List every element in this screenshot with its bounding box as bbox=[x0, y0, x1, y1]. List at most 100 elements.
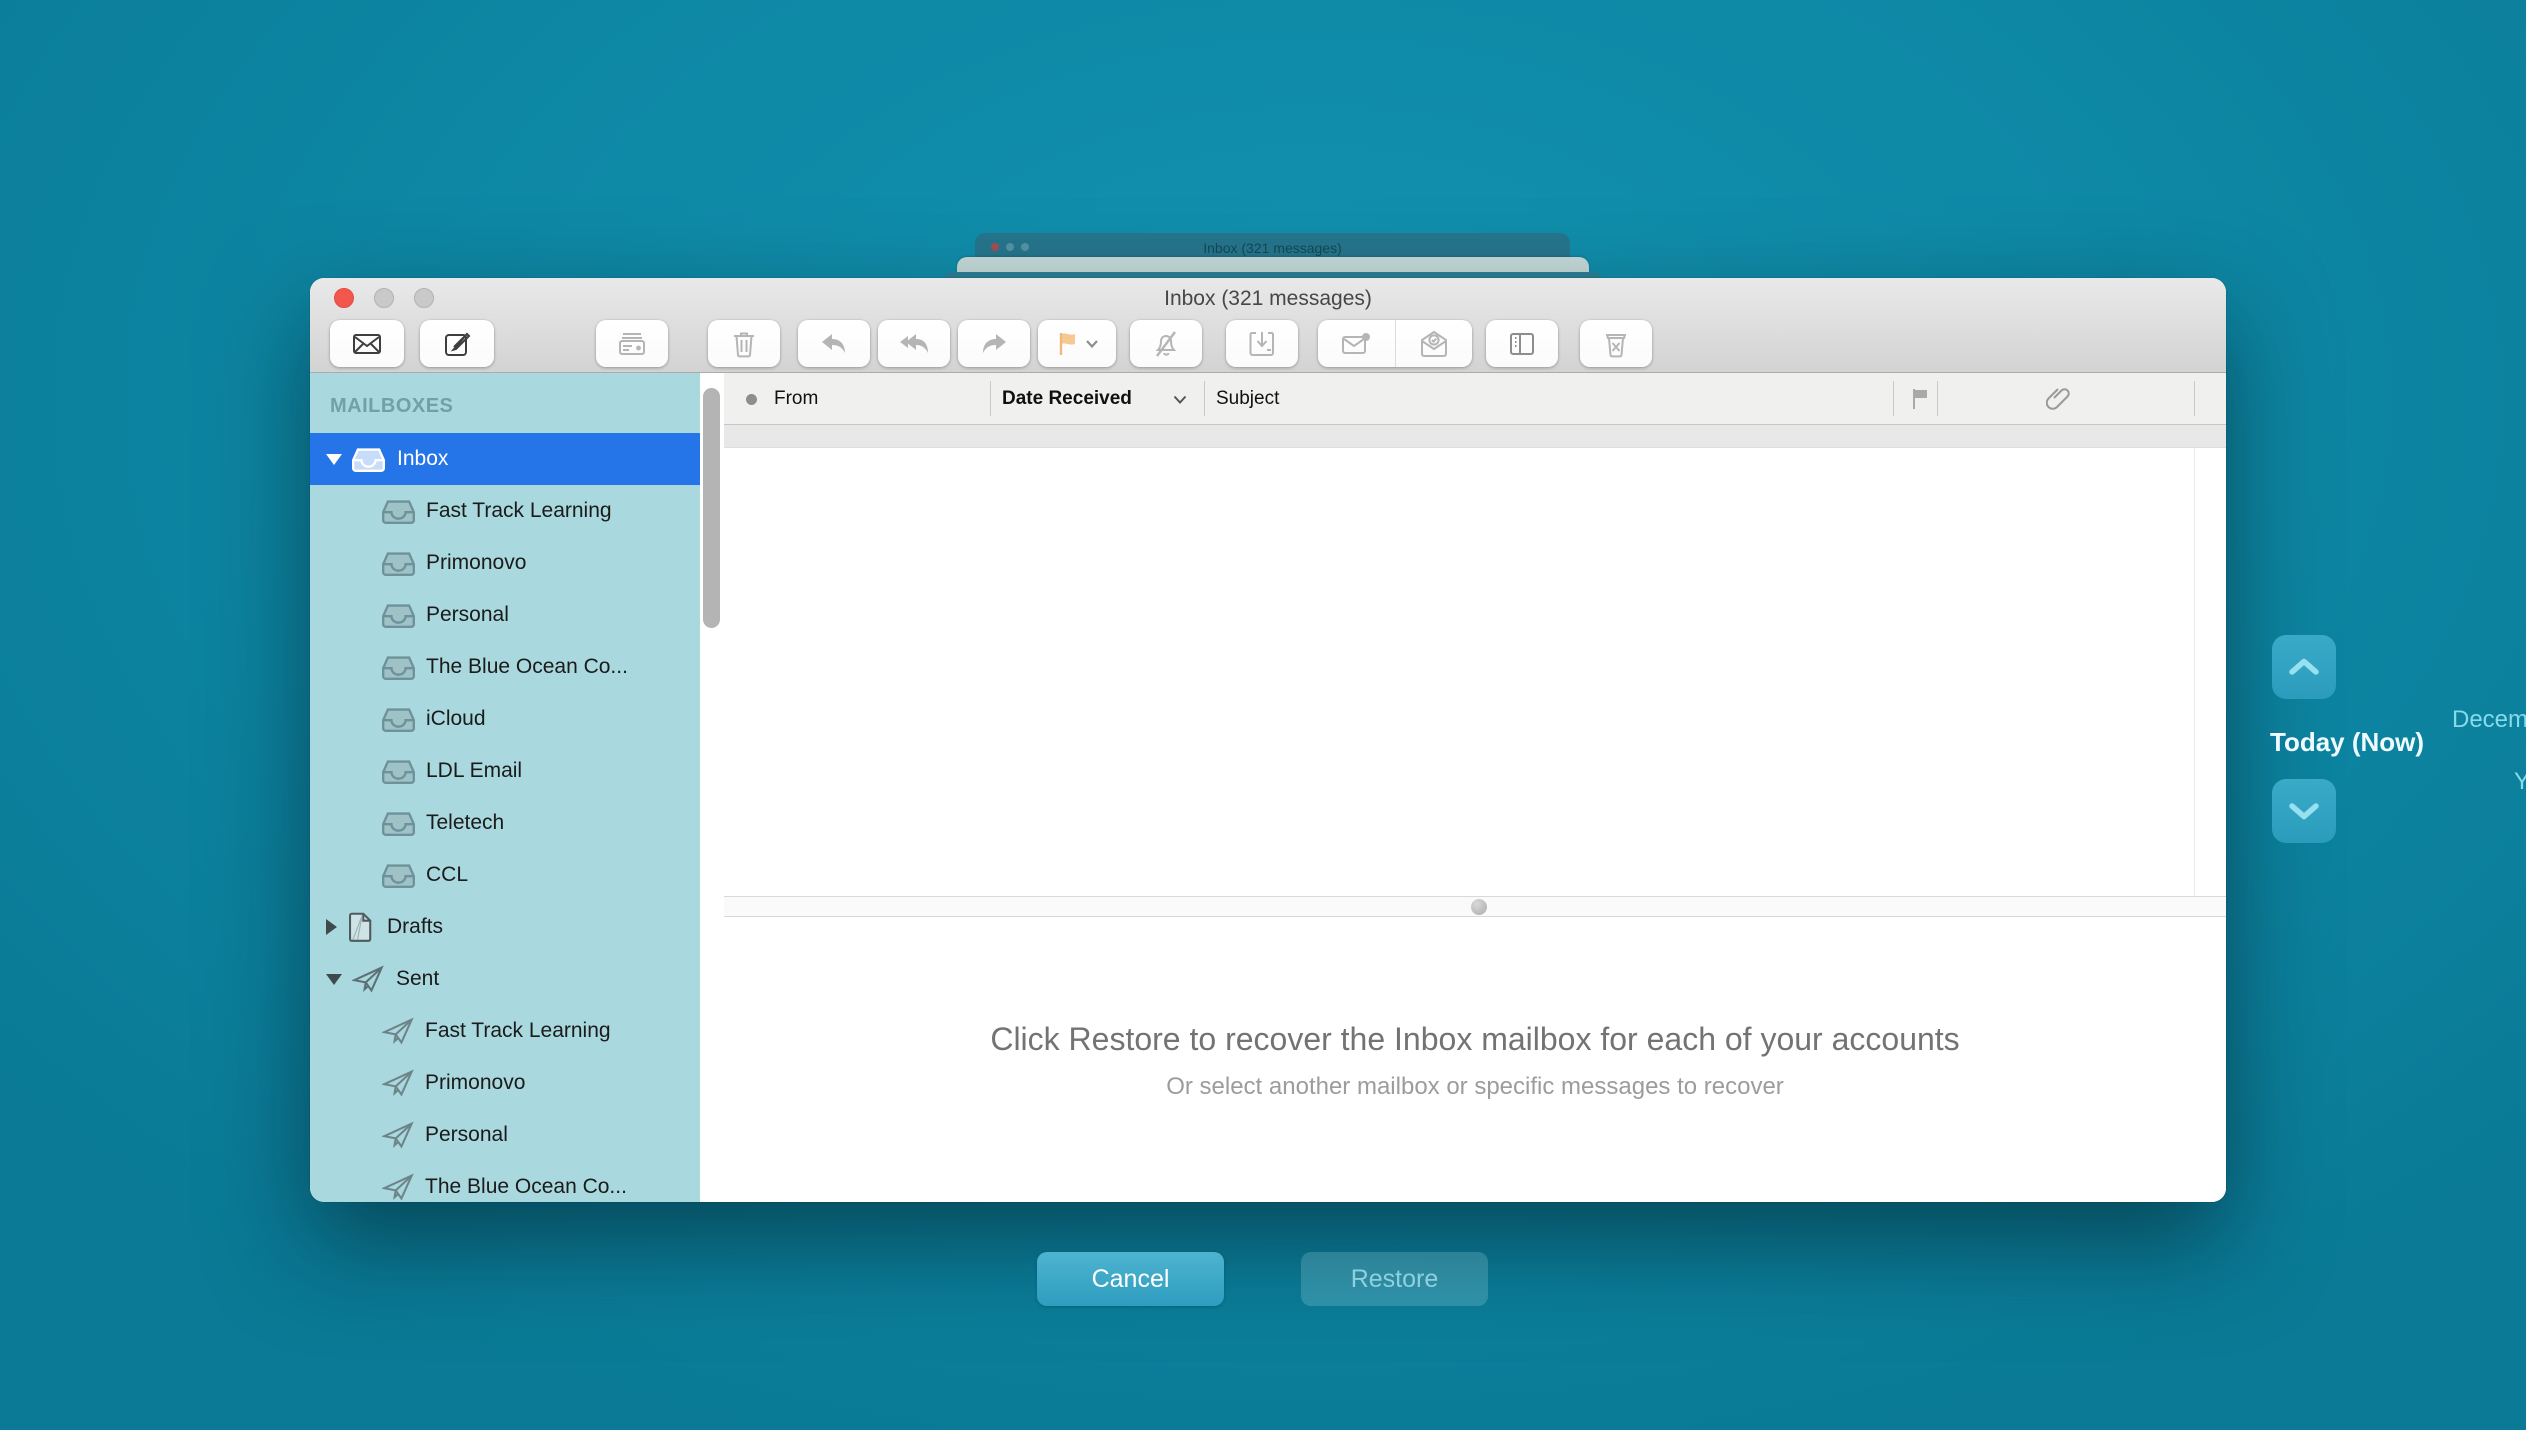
column-layout-icon bbox=[1508, 331, 1536, 357]
sidebar-item-inbox-personal[interactable]: Personal bbox=[310, 589, 700, 641]
time-machine-backdrop: Inbox (321 messages) Inbox (321 messages… bbox=[0, 0, 2526, 1430]
flag-icon bbox=[1056, 331, 1078, 357]
window-content: MAILBOXES Inbox Fast Track Learning Prim… bbox=[310, 373, 2226, 1202]
sidebar-item-label: Fast Track Learning bbox=[426, 499, 612, 523]
column-divider[interactable] bbox=[1937, 381, 1938, 416]
column-layout-button[interactable] bbox=[1486, 320, 1558, 367]
draft-document-icon bbox=[347, 912, 375, 942]
inbox-tray-icon bbox=[382, 810, 415, 836]
sidebar-item-label: Inbox bbox=[397, 447, 448, 471]
forward-icon bbox=[980, 332, 1008, 356]
column-divider[interactable] bbox=[1893, 381, 1894, 416]
sidebar-item-inbox-the-blue-ocean[interactable]: The Blue Ocean Co... bbox=[310, 641, 700, 693]
delete-button[interactable] bbox=[708, 320, 780, 367]
get-mail-button[interactable] bbox=[330, 320, 404, 367]
trash-icon bbox=[731, 330, 757, 358]
sidebar-item-label: Drafts bbox=[387, 915, 443, 939]
unread-dot-column-icon[interactable] bbox=[746, 394, 757, 405]
sidebar-item-sent-primonovo[interactable]: Primonovo bbox=[310, 1057, 700, 1109]
sidebar-item-inbox-fast-track-learning[interactable]: Fast Track Learning bbox=[310, 485, 700, 537]
timeline-forward-button[interactable] bbox=[2272, 779, 2336, 843]
mailboxes-section-label: MAILBOXES bbox=[330, 395, 453, 418]
inbox-tray-icon bbox=[382, 654, 415, 680]
mark-read-unread-group bbox=[1318, 320, 1472, 367]
envelope-unread-icon bbox=[1341, 331, 1371, 357]
envelope-read-icon bbox=[1419, 330, 1449, 358]
pane-splitter[interactable] bbox=[724, 896, 2226, 917]
flag-button[interactable] bbox=[1038, 320, 1116, 367]
restore-message-pane: Click Restore to recover the Inbox mailb… bbox=[724, 918, 2226, 1202]
junk-button[interactable] bbox=[1580, 320, 1652, 367]
save-message-button[interactable] bbox=[1226, 320, 1298, 367]
sidebar-item-inbox-ccl[interactable]: CCL bbox=[310, 849, 700, 901]
print-button[interactable] bbox=[596, 320, 668, 367]
sidebar-item-label: CCL bbox=[426, 863, 468, 887]
sidebar-item-label: iCloud bbox=[426, 707, 486, 731]
attachment-paperclip-icon[interactable] bbox=[2046, 386, 2072, 413]
sidebar-item-sent-fast-track-learning[interactable]: Fast Track Learning bbox=[310, 1005, 700, 1057]
snapshot-window-title: Inbox (321 messages) bbox=[975, 240, 1570, 256]
sidebar-item-label: Sent bbox=[396, 967, 439, 991]
flag-column-icon[interactable] bbox=[1910, 388, 1930, 410]
disclosure-expanded-icon[interactable] bbox=[326, 454, 342, 465]
column-header-from[interactable]: From bbox=[774, 373, 818, 425]
sidebar-item-inbox-teletech[interactable]: Teletech bbox=[310, 797, 700, 849]
sidebar-item-inbox-icloud[interactable]: iCloud bbox=[310, 693, 700, 745]
sidebar-item-inbox[interactable]: Inbox bbox=[310, 433, 700, 485]
mark-read-button[interactable] bbox=[1396, 320, 1473, 367]
sidebar-item-sent-personal[interactable]: Personal bbox=[310, 1109, 700, 1161]
compose-button[interactable] bbox=[420, 320, 494, 367]
bell-slash-icon bbox=[1153, 330, 1179, 358]
sidebar-item-sent[interactable]: Sent bbox=[310, 953, 700, 1005]
timeline-date-label: Y bbox=[2514, 768, 2526, 796]
forward-button[interactable] bbox=[958, 320, 1030, 367]
download-box-icon bbox=[1248, 330, 1276, 358]
paper-plane-icon bbox=[382, 1069, 414, 1097]
splitter-handle[interactable] bbox=[1471, 899, 1487, 915]
sidebar-scrollbar-track[interactable] bbox=[700, 373, 724, 1202]
paper-plane-icon bbox=[382, 1121, 414, 1149]
column-header-date-received[interactable]: Date Received bbox=[1002, 373, 1132, 425]
inbox-tray-icon bbox=[382, 602, 415, 628]
sort-chevron-down-icon[interactable] bbox=[1172, 394, 1188, 405]
column-divider[interactable] bbox=[990, 381, 991, 416]
sidebar-item-label: Personal bbox=[425, 1123, 508, 1147]
paper-plane-icon bbox=[352, 965, 384, 993]
inbox-tray-icon bbox=[382, 498, 415, 524]
inbox-tray-icon bbox=[352, 446, 385, 472]
mute-button[interactable] bbox=[1130, 320, 1202, 367]
column-divider[interactable] bbox=[1204, 381, 1205, 416]
chevron-down-icon bbox=[1085, 339, 1099, 349]
inbox-tray-icon bbox=[382, 862, 415, 888]
envelope-icon bbox=[352, 332, 382, 356]
sidebar-item-label: The Blue Ocean Co... bbox=[425, 1175, 627, 1199]
cancel-button[interactable]: Cancel bbox=[1037, 1252, 1224, 1306]
reply-all-button[interactable] bbox=[878, 320, 950, 367]
list-top-row bbox=[724, 425, 2226, 448]
column-header-subject[interactable]: Subject bbox=[1216, 373, 1279, 425]
disclosure-collapsed-icon[interactable] bbox=[326, 919, 337, 935]
mailboxes-sidebar: MAILBOXES Inbox Fast Track Learning Prim… bbox=[310, 373, 700, 1202]
chevron-up-icon bbox=[2287, 657, 2321, 677]
inbox-tray-icon bbox=[382, 758, 415, 784]
restore-instruction-subtitle: Or select another mailbox or specific me… bbox=[724, 1073, 2226, 1101]
restore-button[interactable]: Restore bbox=[1301, 1252, 1488, 1306]
paper-plane-icon bbox=[382, 1017, 414, 1045]
print-icon bbox=[617, 331, 647, 357]
list-column-line bbox=[2194, 448, 2195, 896]
sidebar-item-label: Teletech bbox=[426, 811, 504, 835]
column-divider[interactable] bbox=[2194, 381, 2195, 416]
chevron-down-icon bbox=[2287, 801, 2321, 821]
sidebar-item-inbox-primonovo[interactable]: Primonovo bbox=[310, 537, 700, 589]
disclosure-expanded-icon[interactable] bbox=[326, 974, 342, 985]
sidebar-item-inbox-ldl-email[interactable]: LDL Email bbox=[310, 745, 700, 797]
timeline-back-button[interactable] bbox=[2272, 635, 2336, 699]
reply-button[interactable] bbox=[798, 320, 870, 367]
sidebar-item-sent-the-blue-ocean[interactable]: The Blue Ocean Co... bbox=[310, 1161, 700, 1202]
sidebar-item-label: Personal bbox=[426, 603, 509, 627]
mark-unread-button[interactable] bbox=[1318, 320, 1395, 367]
sidebar-scrollbar-thumb[interactable] bbox=[703, 388, 720, 628]
mailbox-list: Inbox Fast Track Learning Primonovo Pers… bbox=[310, 433, 700, 1202]
sidebar-item-drafts[interactable]: Drafts bbox=[310, 901, 700, 953]
restore-instruction-title: Click Restore to recover the Inbox mailb… bbox=[724, 1021, 2226, 1058]
